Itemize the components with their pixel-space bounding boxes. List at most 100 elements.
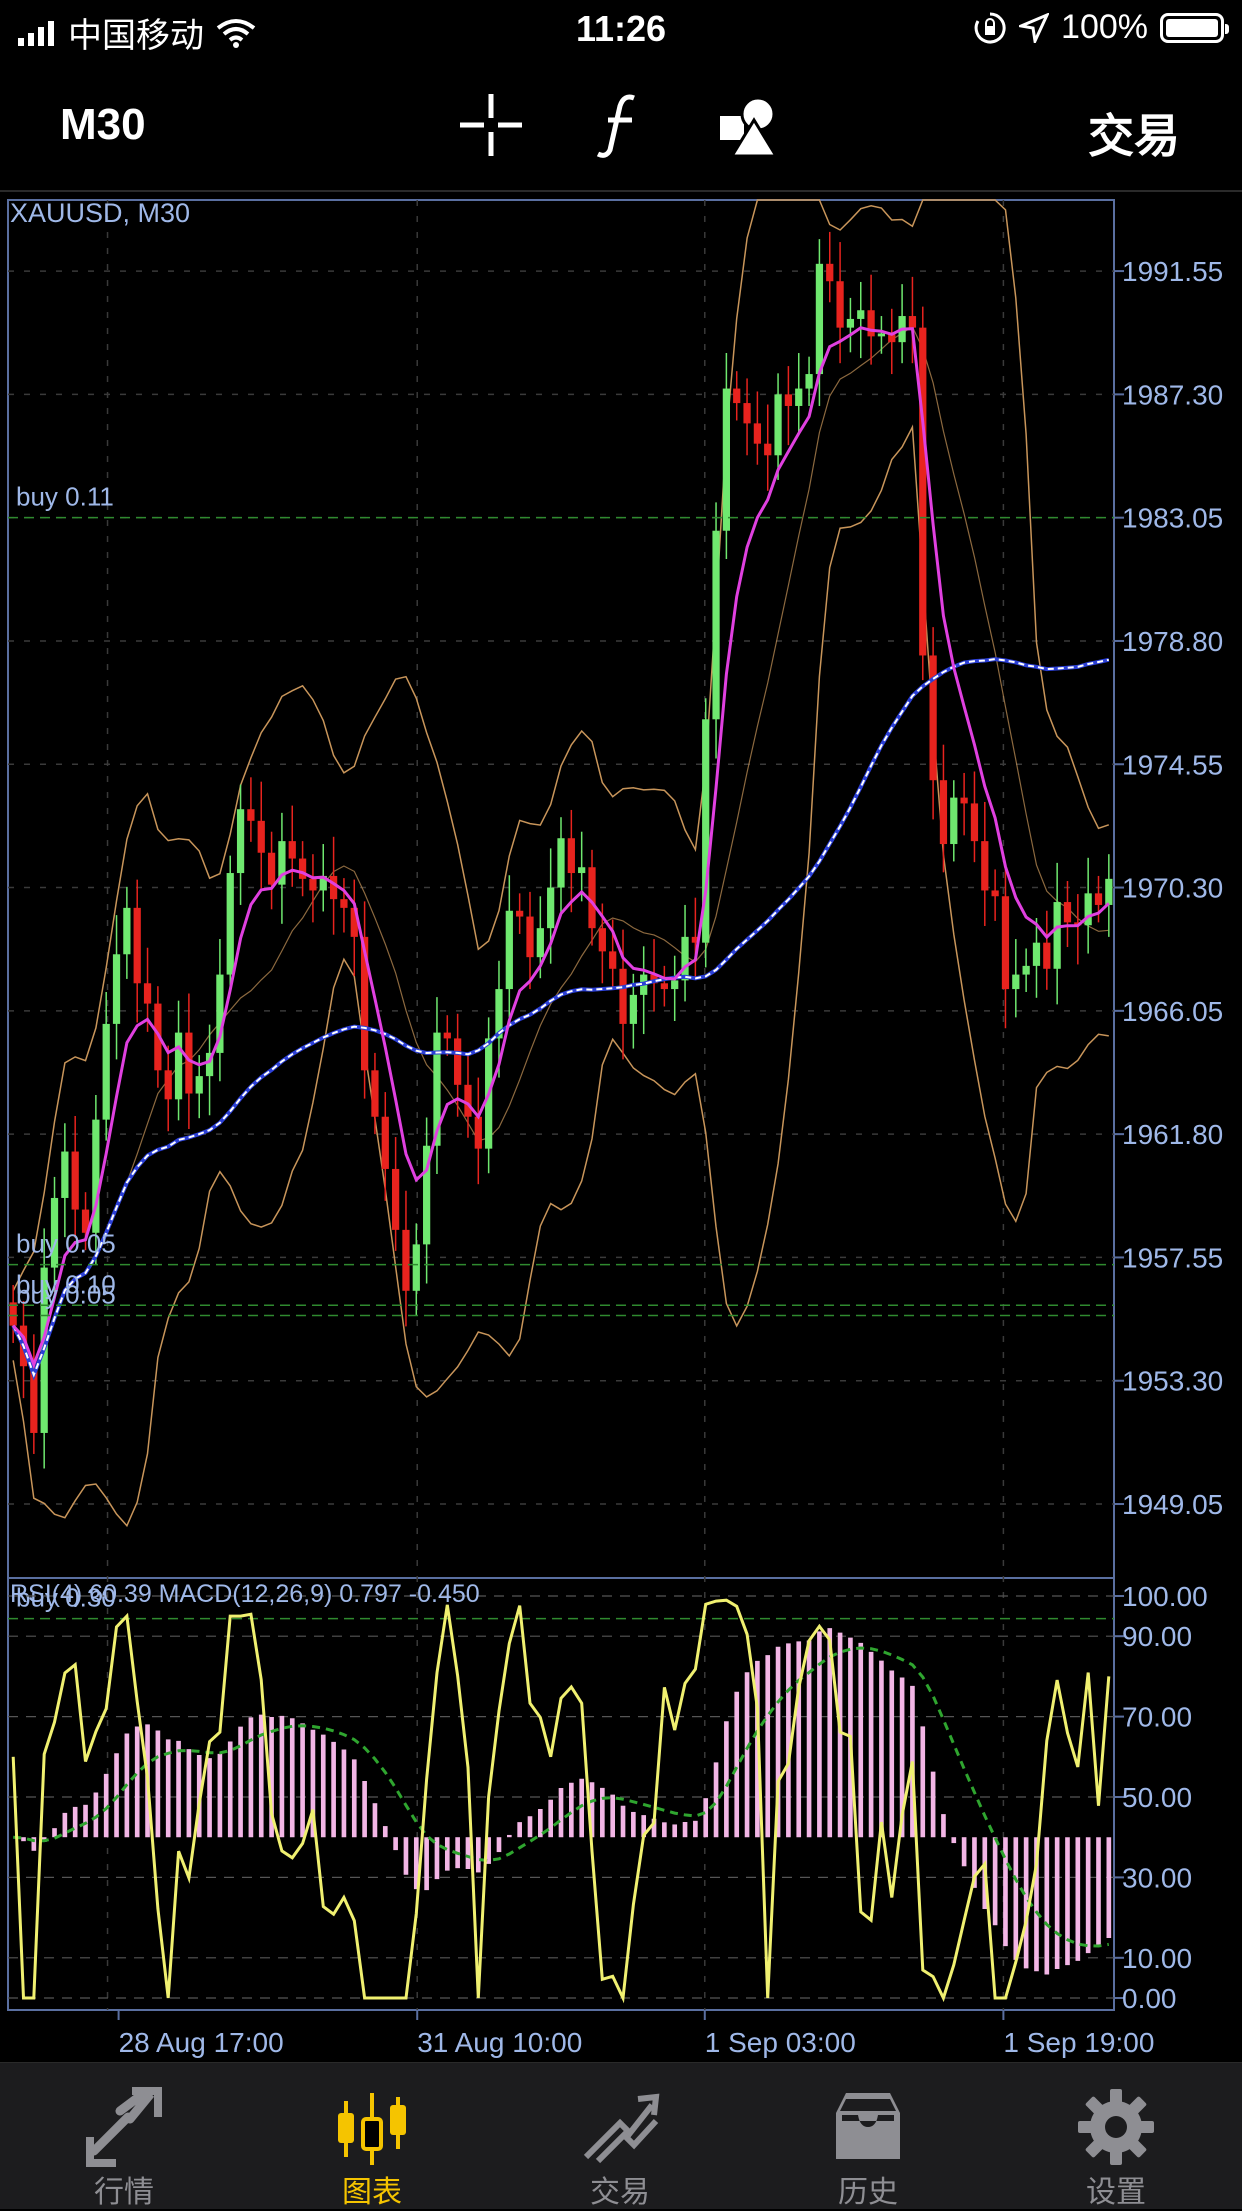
price-tick-label: 1978.80 [1122,626,1223,657]
tab-label: 设置 [1086,2176,1146,2209]
candle-body [371,1070,379,1117]
time-axis: 28 Aug 17:00 31 Aug 10:00 1 Sep 03:00 1 Sep… [117,2010,1154,2058]
candle [929,627,937,820]
candle-body [970,803,979,842]
price-chart[interactable]: buy 0.11buy 0.05buy 0.10buy 0.05buy 0.30… [0,192,1242,2062]
candle-body [805,374,813,389]
candle-body [454,1038,462,1085]
location-icon [1019,12,1050,43]
time-tick-label: 1 Sep 03:00 [705,2027,856,2058]
candle [381,1092,389,1201]
tab-label: 图表 [342,2176,402,2209]
objects-icon[interactable] [714,90,784,160]
candle [1012,939,1020,1018]
order-label: buy 0.05 [16,1279,116,1309]
chart-icon [338,2093,406,2165]
candle-body [960,797,968,804]
tab-history[interactable]: 历史 [744,2063,992,2209]
candle [164,1045,172,1132]
tab-quotes[interactable]: 行情 [0,2063,248,2209]
tab-chart[interactable]: 图表 [248,2063,496,2209]
candle-body [578,867,586,874]
crosshair-icon[interactable] [456,90,526,160]
candle [960,772,968,836]
candle-body [309,878,317,891]
candle-body [567,838,575,874]
candle [826,231,834,303]
candle [970,771,979,863]
price-tick-label: 1970.30 [1122,873,1223,904]
tab-label: 交易 [590,2176,650,2209]
time-tick-label: 1 Sep 19:00 [1003,2027,1154,2058]
status-bar: 中国移动 11:26 100% [0,0,1242,62]
candle-body [1001,896,1010,990]
candle [1022,948,1030,992]
candle-body [722,388,731,531]
indicator-tick-label: 70.00 [1122,1702,1192,1733]
trade-button[interactable]: 交易 [1088,100,1180,166]
candle-body [536,928,544,958]
quotes-icon [86,2087,162,2167]
candle-body [753,423,762,444]
candle-body [1032,942,1041,966]
candle-body [236,809,245,874]
candle [505,875,513,1018]
candle [247,777,255,842]
candle [846,297,855,353]
price-tick-label: 1949.05 [1122,1489,1223,1520]
indicator-panel: 100.00 90.00 70.00 50.00 30.00 10.00 0.00 [8,1581,1208,2014]
lower-band [12,424,1109,1528]
timeframe-button[interactable]: M30 [60,100,146,150]
candle-body [619,968,627,1024]
price-tick-label: 1974.55 [1122,749,1223,780]
candle [102,991,110,1141]
candle-body [877,333,886,337]
rotation-lock-icon [974,11,1006,43]
candle [764,404,772,491]
battery-percent: 100% [1061,8,1148,46]
candle-body [815,263,824,375]
price-tick-label: 1957.55 [1122,1242,1223,1273]
candle-body [981,841,989,891]
tab-trade[interactable]: 交易 [496,2063,744,2209]
candle [1063,881,1072,948]
candle-body [660,983,668,990]
candle-body [733,388,741,404]
candle [278,812,286,924]
candle-body [1043,942,1051,969]
candle-body [143,983,152,1004]
candle-body [505,910,513,990]
tab-bar: 行情 图表 交易 历史 设置 [0,2062,1242,2209]
candle-body [991,890,999,897]
candle [350,879,358,977]
time-tick-label: 31 Aug 10:00 [417,2027,582,2058]
candle [743,378,751,456]
candle-body [298,858,307,879]
candle-body [671,980,679,990]
candle-body [112,954,121,1024]
candle-body [174,1032,183,1100]
candle-body [712,530,720,720]
candle [795,353,803,435]
candle [257,781,265,889]
candle [888,308,896,375]
candle-body [1094,893,1103,905]
candle-body [629,994,637,1024]
candle [981,801,989,926]
tab-settings[interactable]: 设置 [992,2063,1240,2209]
function-icon[interactable] [586,90,656,160]
chart-area[interactable]: buy 0.11 buy 0.05 buy 0.10 buy 0.05 buy 0.30… [0,192,1242,2062]
candle-body [164,1070,172,1100]
candle-body [412,1244,420,1291]
candle-body [1105,878,1113,905]
candle [991,869,999,921]
candle-body [185,1032,193,1094]
candle-body [681,936,689,981]
candle [464,1052,472,1138]
candle-body [391,1168,400,1230]
candle [1043,910,1051,990]
candle [474,1077,482,1185]
candle [784,366,793,446]
candle-body [340,899,348,908]
candle-body [950,797,958,845]
